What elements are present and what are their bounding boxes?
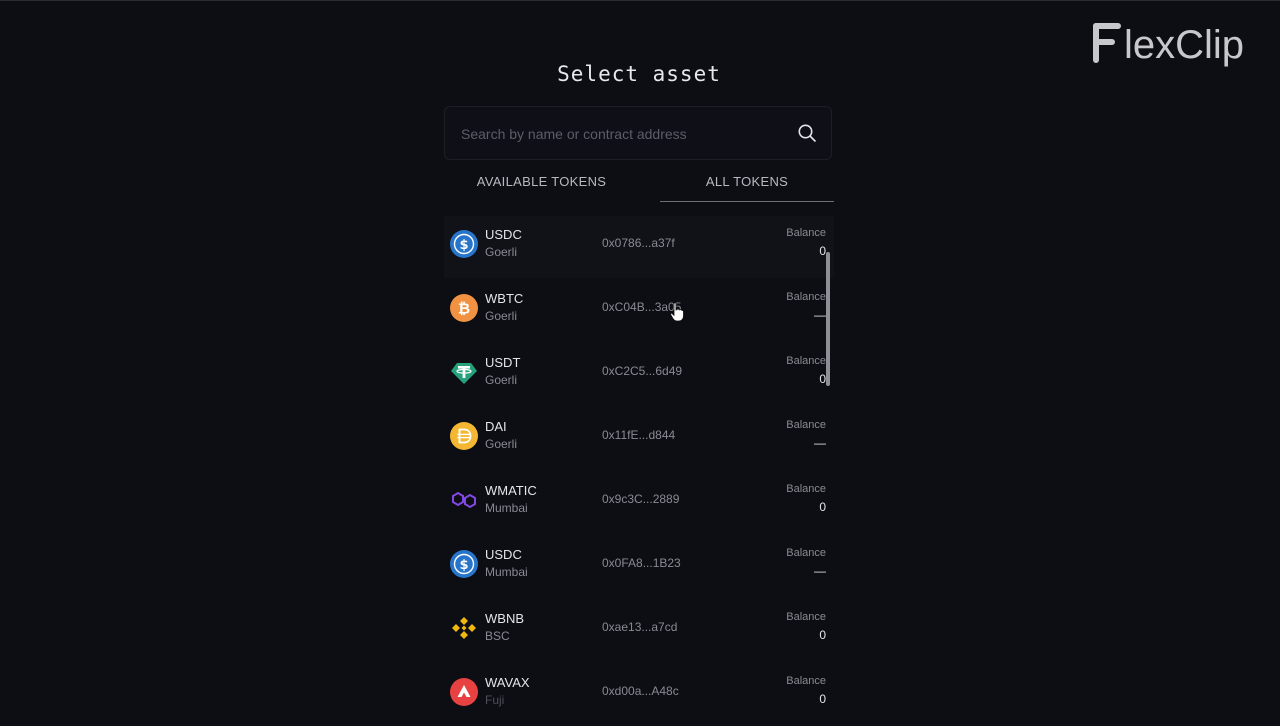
balance-value: 0 <box>819 628 826 642</box>
token-row-wmatic-mumbai[interactable]: WMATIC Mumbai 0x9c3C...2889 Balance 0 <box>444 472 834 534</box>
usdc-icon: $ <box>450 230 478 258</box>
balance-value: 0 <box>819 244 826 258</box>
balance-label: Balance <box>786 611 826 623</box>
bnb-icon <box>452 617 476 639</box>
token-symbol: USDC <box>485 547 522 562</box>
balance-value: — <box>814 564 826 578</box>
balance-value: — <box>814 308 826 322</box>
token-symbol: WBNB <box>485 611 524 626</box>
token-symbol: WAVAX <box>485 675 530 690</box>
token-network: Goerli <box>485 437 518 451</box>
token-row-usdc-mumbai[interactable]: $ USDC Mumbai 0x0FA8...1B23 Balance — <box>444 536 834 598</box>
token-symbol: USDT <box>485 355 521 370</box>
active-tab-indicator <box>660 201 834 202</box>
polygon-icon <box>452 491 476 509</box>
token-symbol: WBTC <box>485 291 524 306</box>
usdc-icon: $ <box>450 550 478 578</box>
balance-label: Balance <box>786 483 826 495</box>
svg-text:$: $ <box>459 238 468 253</box>
search-icon[interactable] <box>797 123 817 143</box>
token-row-wavax-fuji[interactable]: WAVAX Fuji 0xd00a...A48c Balance 0 <box>444 664 834 726</box>
token-address: 0x0FA8...1B23 <box>602 556 681 570</box>
token-row-usdt-goerli[interactable]: USDT Goerli 0xC2C5...6d49 Balance 0 <box>444 344 834 406</box>
token-list: $ USDC Goerli 0x0786...a37f Balance 0 ₿ … <box>444 216 834 726</box>
token-row-wbnb-bsc[interactable]: WBNB BSC 0xae13...a7cd Balance 0 <box>444 600 834 662</box>
balance-label: Balance <box>786 547 826 559</box>
search-box <box>444 106 832 161</box>
token-network: Mumbai <box>485 501 528 515</box>
svg-text:lexClip: lexClip <box>1124 23 1244 67</box>
token-symbol: DAI <box>485 419 507 434</box>
token-network: BSC <box>485 629 510 643</box>
token-row-dai-goerli[interactable]: DAI Goerli 0x11fE...d844 Balance — <box>444 408 834 470</box>
token-row-wbtc-goerli[interactable]: ₿ WBTC Goerli 0xC04B...3a05 Balance — <box>444 280 834 342</box>
tab-available-tokens[interactable]: AVAILABLE TOKENS <box>444 168 639 202</box>
top-border <box>0 0 1280 1</box>
token-address: 0xC2C5...6d49 <box>602 364 683 378</box>
token-address: 0x0786...a37f <box>602 236 675 250</box>
token-address: 0x11fE...d844 <box>602 428 676 442</box>
wbtc-icon: ₿ <box>450 294 478 322</box>
token-network: Goerli <box>485 245 518 259</box>
balance-value: 0 <box>819 500 826 514</box>
balance-label: Balance <box>786 355 826 367</box>
balance-label: Balance <box>786 291 826 303</box>
modal-title: Select asset <box>557 62 721 86</box>
token-address: 0x9c3C...2889 <box>602 492 680 506</box>
svg-text:$: $ <box>459 558 468 573</box>
token-network: Goerli <box>485 309 518 323</box>
token-address: 0xae13...a7cd <box>602 620 678 634</box>
hand-pointer-icon <box>670 302 684 322</box>
select-asset-modal: Select asset AVAILABLE TOKENS ALL TOKENS… <box>444 50 834 720</box>
token-symbol: WMATIC <box>485 483 537 498</box>
balance-label: Balance <box>786 675 826 687</box>
balance-value: 0 <box>819 372 826 386</box>
token-row-usdc-goerli[interactable]: $ USDC Goerli 0x0786...a37f Balance 0 <box>444 216 834 278</box>
balance-value: 0 <box>819 692 826 706</box>
list-scrollbar[interactable] <box>826 252 830 386</box>
usdt-icon <box>451 363 477 384</box>
balance-label: Balance <box>786 227 826 239</box>
dai-icon <box>450 422 478 450</box>
token-symbol: USDC <box>485 227 522 242</box>
svg-text:₿: ₿ <box>458 300 470 318</box>
flexclip-watermark-logo: lexClip <box>1093 23 1244 67</box>
tab-all-tokens[interactable]: ALL TOKENS <box>660 168 834 202</box>
search-input[interactable] <box>459 107 793 161</box>
balance-label: Balance <box>786 419 826 431</box>
token-tabs: AVAILABLE TOKENS ALL TOKENS <box>444 168 834 204</box>
avax-icon <box>450 678 478 706</box>
token-network: Mumbai <box>485 565 528 579</box>
token-address: 0xd00a...A48c <box>602 684 679 698</box>
token-network: Goerli <box>485 373 518 387</box>
token-network: Fuji <box>485 693 505 707</box>
balance-value: — <box>814 436 826 450</box>
